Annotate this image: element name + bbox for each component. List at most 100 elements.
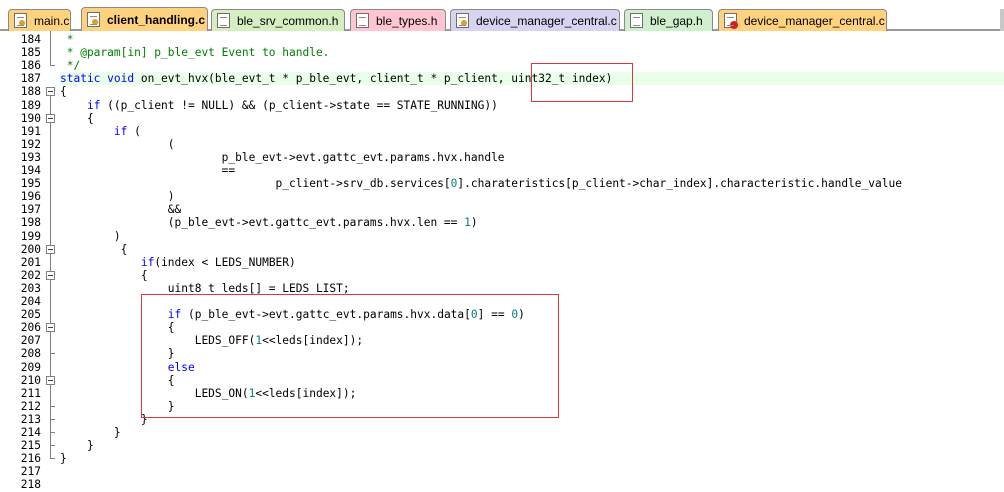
- code-editor[interactable]: 184 185 186 187 188 189 190 191 192 193 194 195 196 1…: [0, 31, 1004, 492]
- code-token: (: [127, 124, 141, 138]
- code-line[interactable]: p_ble_evt->evt.gattc_evt.params.hvx.hand…: [60, 151, 505, 164]
- code-token: &&: [60, 203, 182, 217]
- code-line[interactable]: LEDS_OFF(1<<leds[index]);: [60, 334, 363, 347]
- line-number: 203: [20, 281, 41, 295]
- fold-end-marker: [50, 432, 55, 433]
- line-number: 187: [20, 72, 41, 86]
- line-number: 206: [20, 321, 41, 335]
- code-line[interactable]: {: [60, 112, 94, 125]
- code-line-current[interactable]: static void on_evt_hvx(ble_evt_t * p_ble…: [60, 72, 1004, 86]
- code-line[interactable]: else: [60, 361, 195, 374]
- code-line[interactable]: {: [60, 85, 67, 98]
- comment-token: * @param[in] p_ble_evt Event to handle.: [60, 46, 330, 60]
- code-line[interactable]: {: [60, 321, 175, 334]
- code-line[interactable]: if(index < LEDS_NUMBER): [60, 256, 296, 269]
- code-line[interactable]: }: [60, 452, 67, 465]
- code-line[interactable]: p_client->srv_db.services[0].charaterist…: [60, 177, 902, 190]
- h-file-icon: [356, 13, 369, 28]
- code-area[interactable]: * * @param[in] p_ble_evt Event to handle…: [60, 31, 1004, 492]
- code-line[interactable]: uint8_t leds[] = LEDS_LIST;: [60, 282, 350, 295]
- code-line[interactable]: ): [60, 190, 175, 203]
- tab-label: client_handling.c: [107, 12, 206, 27]
- fold-end-marker: [50, 458, 55, 460]
- fold-toggle-icon[interactable]: [46, 244, 55, 254]
- keyword-token: if: [113, 124, 128, 138]
- tab-scroll-handle[interactable]: [1000, 9, 1004, 31]
- code-token: {: [60, 373, 175, 387]
- tab-label: device_manager_central.c: [476, 13, 617, 28]
- fold-end-marker: [50, 353, 55, 355]
- code-token: ): [60, 190, 175, 204]
- line-number: 186: [20, 59, 41, 73]
- code-line[interactable]: (p_ble_evt->evt.gattc_evt.params.hvx.len…: [60, 216, 478, 229]
- line-number: 213: [20, 412, 41, 426]
- code-line[interactable]: {: [60, 374, 175, 387]
- code-line[interactable]: if ((p_client != NULL) && (p_client->sta…: [60, 99, 498, 112]
- tab-5[interactable]: ble_gap.h: [624, 9, 713, 31]
- code-line[interactable]: &&: [60, 203, 181, 216]
- tab-label: ble_srv_common.h: [237, 13, 339, 28]
- fold-toggle-icon[interactable]: [46, 375, 55, 385]
- code-line[interactable]: }: [60, 347, 175, 360]
- code-line[interactable]: {: [60, 243, 128, 256]
- fold-guide: [50, 384, 51, 406]
- code-line[interactable]: }: [60, 439, 94, 452]
- fold-end-marker: [50, 445, 55, 447]
- code-token: LEDS_OFF(: [60, 334, 256, 348]
- code-token: ] ==: [477, 308, 512, 322]
- code-line[interactable]: }: [60, 400, 175, 413]
- editor-tab-bar: main.c client_handling.c ble_srv_common.h b…: [0, 0, 1004, 31]
- c-file-icon: [14, 13, 27, 28]
- line-number: 192: [20, 137, 41, 151]
- code-line[interactable]: (: [60, 138, 175, 151]
- fold-guide: [50, 31, 51, 66]
- fold-toggle-icon[interactable]: [46, 270, 55, 280]
- tab-2[interactable]: ble_srv_common.h: [211, 9, 345, 31]
- code-token: (index < LEDS_NUMBER): [154, 255, 296, 269]
- code-line[interactable]: if (: [60, 125, 141, 138]
- code-line[interactable]: */: [60, 59, 80, 72]
- line-number: 205: [20, 308, 41, 322]
- code-line[interactable]: ==: [60, 164, 235, 177]
- fold-toggle-icon[interactable]: [46, 87, 55, 97]
- fold-end-marker: [50, 65, 55, 67]
- code-line[interactable]: * @param[in] p_ble_evt Event to handle.: [60, 46, 330, 60]
- code-line[interactable]: {: [60, 269, 148, 282]
- code-token: (p_ble_evt->evt.gattc_evt.params.hvx.dat…: [181, 308, 471, 322]
- code-token: ].charateristics[p_client->char_index].c…: [457, 177, 902, 191]
- code-token: {: [60, 268, 148, 282]
- fold-margin[interactable]: [44, 31, 58, 492]
- line-number: 212: [20, 399, 41, 413]
- code-token: <<leds[index]);: [255, 386, 357, 400]
- line-number: 215: [20, 439, 41, 453]
- code-line[interactable]: if (p_ble_evt->evt.gattc_evt.params.hvx.…: [60, 308, 525, 321]
- code-token: }: [60, 426, 121, 439]
- code-line[interactable]: }: [60, 426, 121, 439]
- c-file-icon: [87, 12, 100, 27]
- code-token: {: [60, 321, 175, 335]
- code-token: p_client->srv_db.services[: [60, 177, 451, 191]
- line-number: 200: [20, 242, 41, 256]
- tab-0[interactable]: main.c: [8, 9, 71, 31]
- code-line[interactable]: *: [60, 33, 74, 46]
- tab-4[interactable]: device_manager_central.c: [450, 9, 620, 31]
- code-line[interactable]: LEDS_ON(1<<leds[index]);: [60, 386, 357, 400]
- code-line[interactable]: ): [60, 230, 121, 243]
- code-line[interactable]: }: [60, 413, 148, 426]
- tab-6[interactable]: device_manager_central.c: [718, 9, 887, 31]
- code-token: ((p_client != NULL) && (p_client->state …: [100, 98, 498, 112]
- tab-label: device_manager_central.c: [744, 13, 885, 28]
- fold-toggle-icon[interactable]: [46, 323, 55, 333]
- line-number: 218: [20, 478, 41, 492]
- line-number: 194: [20, 164, 41, 177]
- tab-1[interactable]: client_handling.c: [81, 7, 208, 31]
- code-token: LEDS_ON(: [60, 386, 249, 400]
- line-number: 204: [20, 295, 41, 308]
- tab-3[interactable]: ble_types.h: [350, 9, 446, 31]
- fold-toggle-icon[interactable]: [46, 113, 55, 123]
- number-token: 0: [470, 308, 478, 322]
- code-token: uint8_t leds[] = LEDS_LIST;: [60, 281, 350, 295]
- keyword-token: else: [167, 360, 195, 374]
- fold-end-marker: [50, 418, 55, 420]
